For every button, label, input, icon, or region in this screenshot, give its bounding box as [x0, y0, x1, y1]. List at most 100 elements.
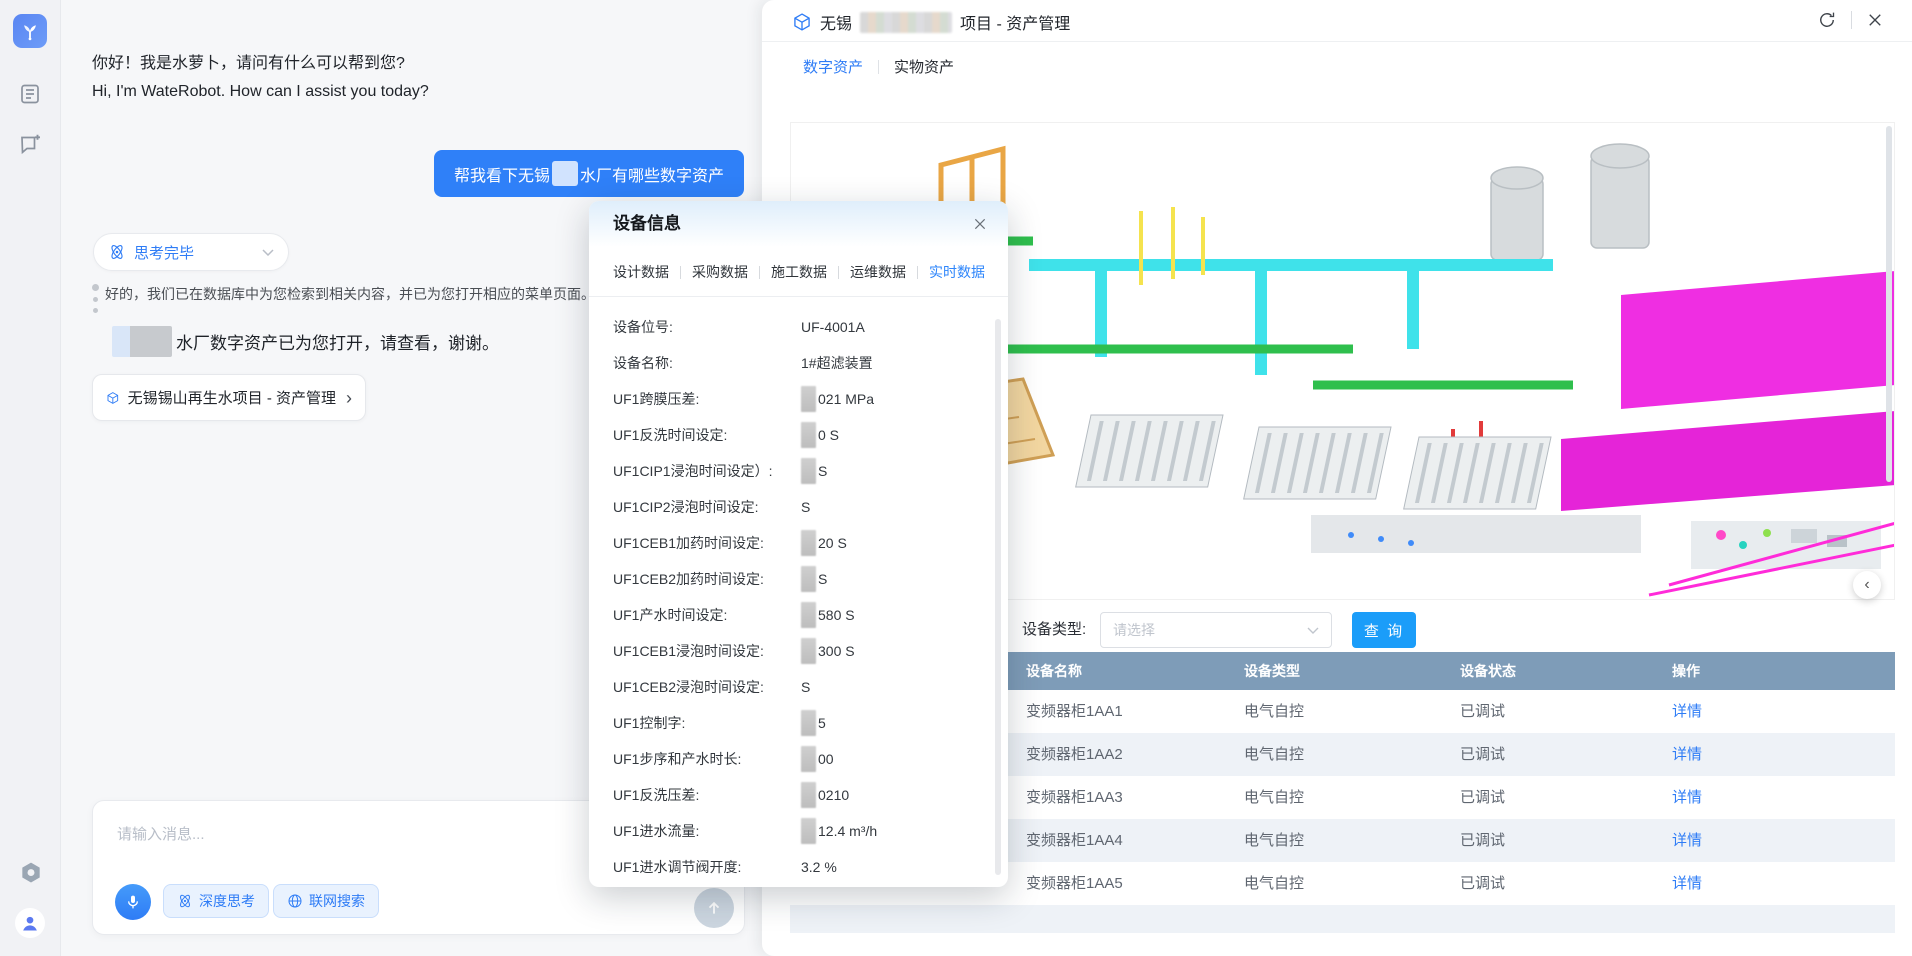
tab-realtime-data[interactable]: 实时数据 [929, 262, 985, 282]
table-row-partial [790, 905, 1895, 933]
table-cell: 已调试 [1460, 733, 1505, 776]
modal-row-label: UF1反洗时间设定: [613, 425, 801, 445]
atom-icon [108, 243, 126, 261]
chevron-down-icon [1307, 627, 1319, 634]
user-message-prefix: 帮我看下无锡 [454, 162, 550, 186]
refresh-icon[interactable] [1817, 10, 1837, 30]
modal-row-value: S [801, 458, 827, 484]
table-cell: 已调试 [1460, 862, 1505, 905]
modal-row: UF1CIP2浸泡时间设定:S [589, 489, 1008, 525]
col-device-name: 设备名称 [1026, 652, 1082, 690]
modal-row: UF1进水调节阀开度:3.2 % [589, 849, 1008, 885]
modal-row-value: UF-4001A [801, 319, 865, 335]
project-link-label: 无锡锡山再生水项目 - 资产管理 [128, 387, 336, 408]
modal-row-label: UF1CEB2加药时间设定: [613, 569, 801, 589]
user-message-suffix: 水厂有哪些数字资产 [580, 162, 724, 186]
redacted-value-block [801, 566, 816, 592]
tab-design-data[interactable]: 设计数据 [613, 262, 669, 282]
close-icon[interactable] [1866, 11, 1884, 29]
modal-row-label: UF1进水流量: [613, 821, 801, 841]
panel-header: 无锡 项目 - 资产管理 [762, 0, 1912, 42]
table-cell: 已调试 [1460, 690, 1505, 733]
modal-row: UF1控制字:5 [589, 705, 1008, 741]
tab-physical-assets[interactable]: 实物资产 [894, 56, 954, 77]
greeting-zh: 你好！我是水萝卜，请问有什么可以帮到您? [92, 50, 429, 78]
table-cell: 变频器柜1AA2 [1026, 733, 1123, 776]
deep-think-chip[interactable]: 深度思考 [163, 884, 269, 918]
redacted-value-block [801, 782, 816, 808]
table-cell: 电气自控 [1244, 690, 1304, 733]
modal-row: 设备名称:1#超滤装置 [589, 345, 1008, 381]
user-avatar[interactable] [15, 908, 45, 938]
table-cell: 电气自控 [1244, 819, 1304, 862]
modal-row-value: 580 S [801, 602, 855, 628]
modal-row-value: 021 MPa [801, 386, 874, 412]
settings-gear-icon[interactable] [18, 860, 42, 884]
modal-row: UF1进水流量:12.4 m³/h [589, 813, 1008, 849]
modal-row: UF1步序和产水时长:00 [589, 741, 1008, 777]
collapse-button[interactable]: ‹ [1853, 571, 1881, 599]
modal-tabs: 设计数据 采购数据 施工数据 运维数据 实时数据 [613, 262, 985, 282]
new-chat-icon[interactable] [18, 132, 42, 156]
panel-scrollbar[interactable] [1886, 126, 1892, 482]
web-search-chip[interactable]: 联网搜索 [273, 884, 379, 918]
modal-row-label: UF1步序和产水时长: [613, 749, 801, 769]
thinking-status-pill[interactable]: 思考完毕 [93, 233, 289, 271]
greeting-en: Hi, I'm WateRobot. How can I assist you … [92, 78, 429, 106]
device-type-select[interactable]: 请选择 [1100, 612, 1332, 648]
left-rail [0, 0, 61, 956]
modal-row-label: UF1CIP1浸泡时间设定）: [613, 461, 801, 481]
col-device-type: 设备类型 [1244, 652, 1300, 690]
chevron-right-icon: › [346, 389, 352, 407]
modal-row: UF1产水时间设定:580 S [589, 597, 1008, 633]
detail-link[interactable]: 详情 [1672, 776, 1702, 819]
modal-row-label: UF1CEB1加药时间设定: [613, 533, 801, 553]
detail-link[interactable]: 详情 [1672, 862, 1702, 905]
modal-row-label: UF1进水调节阀开度: [613, 857, 801, 877]
device-type-label: 设备类型: [1022, 612, 1086, 648]
table-cell: 已调试 [1460, 819, 1505, 862]
modal-row: 设备位号:UF-4001A [589, 309, 1008, 345]
redacted-value-block [801, 422, 816, 448]
modal-row-value: 0210 [801, 782, 849, 808]
modal-row-label: UF1反洗压差: [613, 785, 801, 805]
detail-link[interactable]: 详情 [1672, 733, 1702, 776]
panel-title-suffix: 项目 - 资产管理 [960, 10, 1070, 34]
modal-row-label: UF1CEB2浸泡时间设定: [613, 677, 801, 697]
history-list-icon[interactable] [18, 82, 42, 106]
modal-row-label: UF1控制字: [613, 713, 801, 733]
modal-row-label: 设备位号: [613, 317, 801, 337]
table-cell: 电气自控 [1244, 862, 1304, 905]
tab-construction-data[interactable]: 施工数据 [771, 262, 827, 282]
query-button[interactable]: 查 询 [1352, 612, 1416, 648]
mic-button[interactable] [115, 884, 151, 920]
table-cell: 已调试 [1460, 776, 1505, 819]
redacted-text-block [552, 161, 578, 186]
modal-row-value: 300 S [801, 638, 855, 664]
sprout-icon [19, 20, 41, 42]
redacted-title-block [860, 12, 952, 33]
send-button[interactable] [694, 888, 734, 928]
modal-row-value: 5 [801, 710, 826, 736]
web-search-label: 联网搜索 [309, 891, 365, 911]
asset-tabs: 数字资产 实物资产 [803, 56, 954, 77]
tab-digital-assets[interactable]: 数字资产 [803, 56, 863, 77]
modal-scrollbar[interactable] [995, 319, 1001, 875]
waterobot-logo-icon[interactable] [13, 14, 47, 48]
person-icon [20, 913, 40, 933]
tab-operation-data[interactable]: 运维数据 [850, 262, 906, 282]
modal-row-value: 20 S [801, 530, 847, 556]
project-link-card[interactable]: 无锡锡山再生水项目 - 资产管理 › [92, 374, 366, 421]
header-divider [1851, 11, 1852, 29]
modal-row-label: UF1跨膜压差: [613, 389, 801, 409]
redacted-text-block [112, 326, 172, 357]
modal-row: UF1反洗时间设定:0 S [589, 417, 1008, 453]
select-placeholder: 请选择 [1113, 620, 1155, 640]
tab-procurement-data[interactable]: 采购数据 [692, 262, 748, 282]
close-icon[interactable] [968, 212, 992, 236]
tab-divider [878, 60, 879, 74]
detail-link[interactable]: 详情 [1672, 819, 1702, 862]
detail-link[interactable]: 详情 [1672, 690, 1702, 733]
panel-title: 无锡 项目 - 资产管理 [792, 10, 1070, 34]
thinking-pill-label: 思考完毕 [134, 242, 194, 263]
